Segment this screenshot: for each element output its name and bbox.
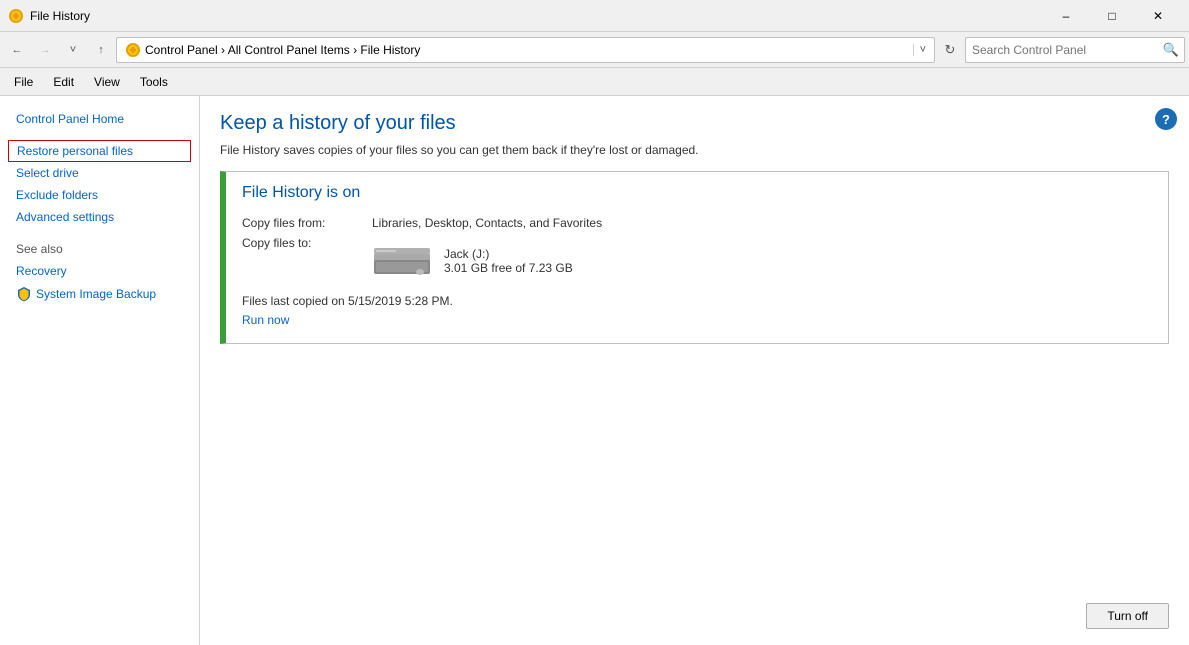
status-box: File History is on Copy files from: Libr… (220, 171, 1169, 344)
menu-tools[interactable]: Tools (130, 71, 178, 93)
system-image-backup-label: System Image Backup (36, 287, 156, 301)
copy-from-label: Copy files from: (242, 216, 372, 230)
content-area: ? Keep a history of your files File Hist… (200, 96, 1189, 645)
search-box[interactable]: 🔍 (965, 37, 1185, 63)
main-content: Control Panel Home Restore personal file… (0, 96, 1189, 645)
drive-info: Jack (J:) 3.01 GB free of 7.23 GB (372, 240, 573, 282)
advanced-settings-link[interactable]: Advanced settings (0, 206, 199, 228)
app-icon (8, 8, 24, 24)
restore-personal-files-link[interactable]: Restore personal files (8, 140, 191, 162)
copy-to-label: Copy files to: (242, 236, 372, 282)
drive-space: 3.01 GB free of 7.23 GB (444, 261, 573, 275)
drive-name: Jack (J:) (444, 247, 573, 261)
breadcrumb-path: Control Panel › All Control Panel Items … (145, 43, 420, 57)
turn-off-button[interactable]: Turn off (1086, 603, 1169, 629)
drive-icon (372, 240, 432, 282)
close-button[interactable]: ✕ (1135, 0, 1181, 32)
help-button[interactable]: ? (1155, 108, 1177, 130)
search-button[interactable]: 🔍 (1158, 37, 1184, 63)
menu-edit[interactable]: Edit (43, 71, 84, 93)
system-image-backup-link[interactable]: System Image Backup (0, 282, 199, 306)
exclude-folders-link[interactable]: Exclude folders (0, 184, 199, 206)
menu-file[interactable]: File (4, 71, 43, 93)
address-bar: ← → ˅ ↑ Control Panel › All Control Pane… (0, 32, 1189, 68)
menu-bar: File Edit View Tools (0, 68, 1189, 96)
address-path[interactable]: Control Panel › All Control Panel Items … (116, 37, 935, 63)
back-button[interactable]: ← (4, 37, 30, 63)
see-also-label: See also (0, 228, 199, 260)
up-button[interactable]: ↑ (88, 37, 114, 63)
recent-locations-button[interactable]: ˅ (60, 37, 86, 63)
copy-from-row: Copy files from: Libraries, Desktop, Con… (242, 216, 1152, 230)
page-title: Keep a history of your files (220, 112, 1169, 135)
page-description: File History saves copies of your files … (220, 143, 1169, 157)
shield-icon (16, 286, 32, 302)
drive-details: Jack (J:) 3.01 GB free of 7.23 GB (444, 247, 573, 275)
title-bar: File History – □ ✕ (0, 0, 1189, 32)
title-bar-text: File History (30, 9, 90, 23)
title-bar-controls: – □ ✕ (1043, 0, 1181, 32)
forward-button[interactable]: → (32, 37, 58, 63)
menu-view[interactable]: View (84, 71, 130, 93)
copy-to-row: Copy files to: Jack (J:) 3.01 GB free of… (242, 236, 1152, 282)
last-copied-text: Files last copied on 5/15/2019 5:28 PM. (242, 294, 1152, 308)
select-drive-link[interactable]: Select drive (0, 162, 199, 184)
refresh-button[interactable]: ↻ (937, 37, 963, 63)
copy-from-value: Libraries, Desktop, Contacts, and Favori… (372, 216, 602, 230)
maximize-button[interactable]: □ (1089, 0, 1135, 32)
status-title: File History is on (242, 184, 1152, 202)
dropdown-arrow: ˅ (920, 44, 926, 56)
search-input[interactable] (966, 43, 1158, 57)
run-now-link[interactable]: Run now (242, 313, 289, 327)
control-panel-icon (125, 42, 141, 58)
minimize-button[interactable]: – (1043, 0, 1089, 32)
control-panel-home-link[interactable]: Control Panel Home (0, 108, 199, 130)
recovery-link[interactable]: Recovery (0, 260, 199, 282)
sidebar: Control Panel Home Restore personal file… (0, 96, 200, 645)
